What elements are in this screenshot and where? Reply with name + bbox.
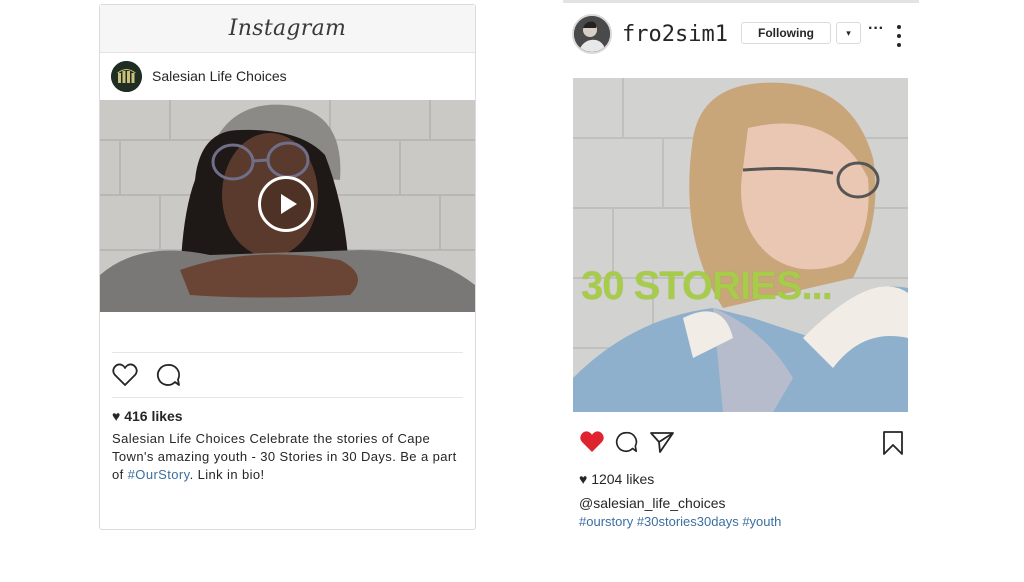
instagram-logo: Instagram xyxy=(228,16,347,41)
caption-user[interactable]: Salesian Life Choices xyxy=(112,431,245,446)
small-heart-icon: ♥ xyxy=(112,408,121,424)
right-post-card: fro2sim1 Following ▾ ··· 30 STORIES... ♥… xyxy=(563,0,919,560)
right-post-actions xyxy=(579,430,906,458)
vertical-menu-icon[interactable] xyxy=(896,25,901,47)
play-button[interactable] xyxy=(258,176,314,232)
right-likes-count[interactable]: ♥ 1204 likes xyxy=(579,471,654,487)
avatar[interactable] xyxy=(111,60,142,92)
play-icon xyxy=(280,194,297,214)
comment-icon[interactable] xyxy=(615,430,639,454)
avatar[interactable] xyxy=(572,14,612,54)
divider xyxy=(112,397,463,398)
chevron-down-icon[interactable]: ▾ xyxy=(836,22,861,44)
heart-outline-icon[interactable] xyxy=(112,363,138,387)
overlay-caption: 30 STORIES... xyxy=(581,264,833,308)
heart-filled-icon[interactable] xyxy=(579,430,605,454)
likes-text: 1204 likes xyxy=(591,471,655,487)
more-options-icon[interactable]: ··· xyxy=(868,20,884,38)
hashtag-link[interactable]: #OurStory xyxy=(128,467,190,482)
divider xyxy=(112,352,463,353)
left-post-user-row: Salesian Life Choices xyxy=(100,53,475,99)
mention-link[interactable]: @salesian_life_choices xyxy=(579,495,726,511)
user-photo-icon xyxy=(574,16,610,52)
caption-end: . Link in bio! xyxy=(189,467,265,482)
left-post-actions xyxy=(112,363,182,387)
left-likes-count[interactable]: ♥ 416 likes xyxy=(112,408,183,424)
share-icon[interactable] xyxy=(649,430,675,454)
left-caption: Salesian Life Choices Celebrate the stor… xyxy=(112,430,457,484)
video-thumbnail[interactable] xyxy=(100,100,475,312)
bookmark-icon[interactable] xyxy=(882,430,904,456)
top-border xyxy=(563,0,919,3)
comment-icon[interactable] xyxy=(156,363,182,387)
instagram-header: Instagram xyxy=(100,5,475,53)
left-post-username[interactable]: Salesian Life Choices xyxy=(152,68,287,84)
salesian-logo-icon xyxy=(111,60,142,92)
right-post-header: fro2sim1 Following ▾ ··· xyxy=(563,10,919,58)
small-heart-icon: ♥ xyxy=(579,471,588,487)
post-image[interactable]: 30 STORIES... xyxy=(573,78,908,412)
following-button[interactable]: Following xyxy=(741,22,831,44)
likes-text: 416 likes xyxy=(124,408,183,424)
left-post-card: Instagram Salesian Life Choices ♥ 416 li… xyxy=(99,4,476,530)
post-photo xyxy=(573,78,908,412)
right-post-username[interactable]: fro2sim1 xyxy=(622,22,728,47)
hashtag-links[interactable]: #ourstory #30stories30days #youth xyxy=(579,514,781,529)
